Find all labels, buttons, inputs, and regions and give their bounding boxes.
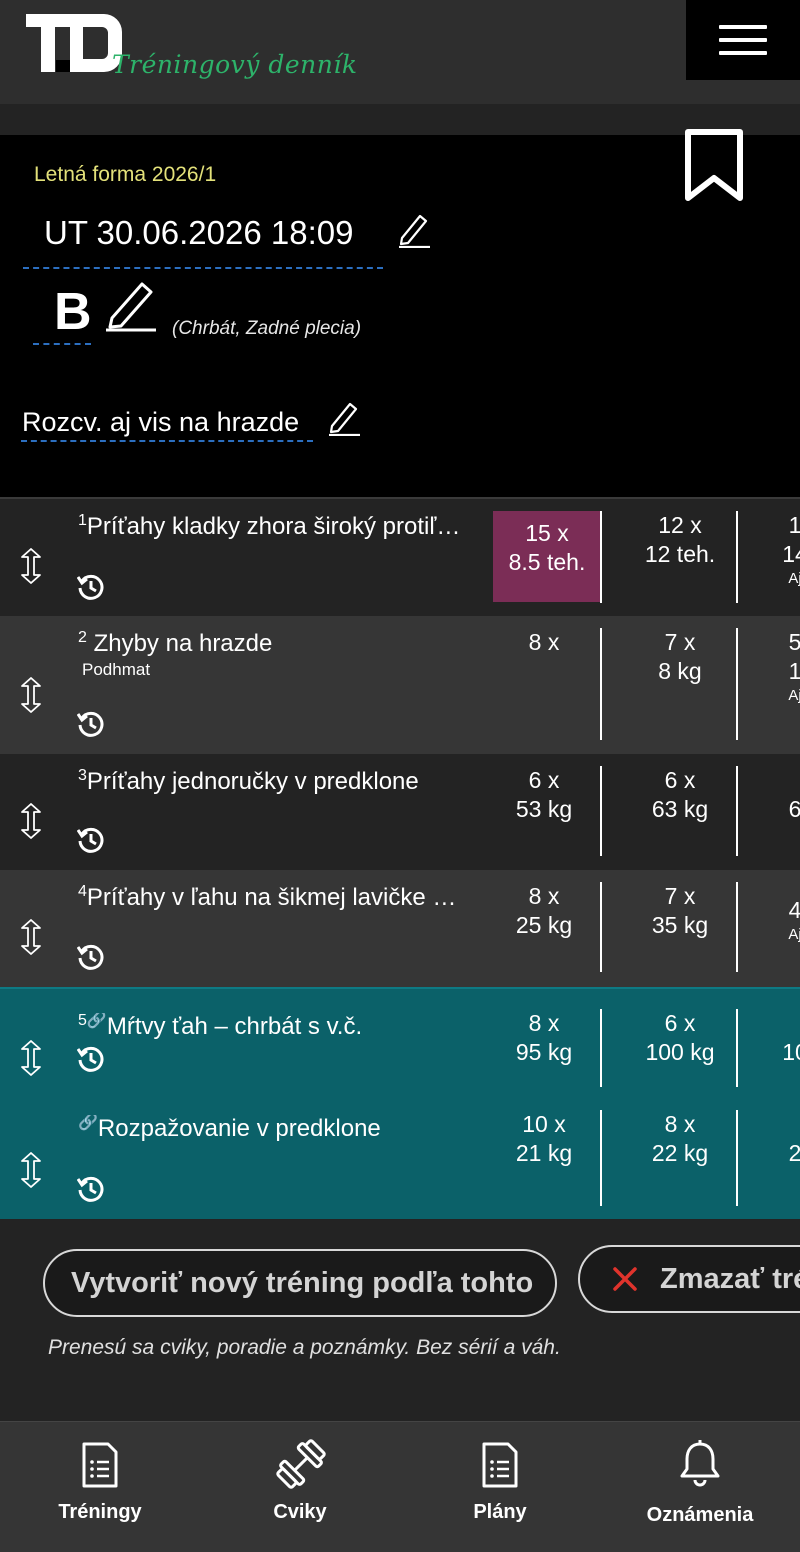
- app-logo[interactable]: [26, 14, 122, 76]
- reorder-handle-icon[interactable]: [18, 676, 44, 714]
- set-cell[interactable]: 4Aj: [770, 896, 800, 945]
- app-name: Tréningový denník: [112, 50, 358, 79]
- nav-item-exercises[interactable]: Cviky: [200, 1422, 400, 1552]
- exercise-name[interactable]: 2 Zhyby na hrazde: [78, 630, 470, 658]
- reorder-handle-icon[interactable]: [18, 802, 44, 840]
- set-cell[interactable]: 12 x 12 teh.: [612, 511, 748, 569]
- plan-name[interactable]: Letná forma 2026/1: [34, 163, 216, 187]
- warmup-note[interactable]: Rozcv. aj vis na hrazde: [22, 407, 299, 438]
- set-cell[interactable]: 6 x 100 kg: [612, 1009, 748, 1067]
- document-list-icon: [482, 1442, 518, 1488]
- exercise-name[interactable]: 🔗Rozpažovanie v predklone: [78, 1115, 478, 1143]
- set-cell[interactable]: 8 x 95 kg: [493, 1009, 595, 1067]
- muscle-groups: (Chrbát, Zadné plecia): [172, 318, 362, 339]
- copy-hint-text: Prenesú sa cviky, poradie a poznámky. Be…: [48, 1336, 561, 1359]
- set-cell-highlighted[interactable]: 15 x 8.5 teh.: [493, 511, 601, 602]
- nav-item-notifications[interactable]: Oznámenia: [600, 1422, 800, 1552]
- exercise-table: 1Príťahy kladky zhora široký protiľahlý …: [0, 497, 800, 1222]
- edit-letter-pencil-icon[interactable]: [104, 280, 158, 332]
- set-cell[interactable]: 114Aj: [770, 511, 800, 589]
- exercise-row[interactable]: 3Príťahy jednoručky v predklone 6 x 53 kg…: [0, 754, 800, 870]
- nav-item-plans[interactable]: Plány: [400, 1422, 600, 1552]
- bell-icon: [680, 1440, 720, 1487]
- delete-training-button[interactable]: Zmazať tréning: [578, 1245, 800, 1313]
- nav-item-trainings[interactable]: Tréningy: [0, 1422, 200, 1552]
- exercise-row[interactable]: 2 Zhyby na hrazde Podhmat 8 x 7 x8 kg 51…: [0, 616, 800, 754]
- set-cell[interactable]: 8 x: [493, 628, 595, 657]
- bottom-navigation: Tréningy Cviky Plány Oznámenia: [0, 1421, 800, 1552]
- edit-date-pencil-icon[interactable]: [396, 212, 432, 248]
- edit-warmup-pencil-icon[interactable]: [326, 400, 362, 436]
- set-cell[interactable]: 6 x 63 kg: [612, 766, 748, 824]
- history-icon[interactable]: [77, 573, 105, 601]
- set-cell[interactable]: 10: [770, 1009, 800, 1067]
- exercise-note: Podhmat: [82, 660, 151, 679]
- exercise-name[interactable]: 3Príťahy jednoručky v predklone: [78, 768, 478, 796]
- session-date-time[interactable]: UT 30.06.2026 18:09: [44, 214, 353, 252]
- superset-group: 5🔗Mŕtvy ťah – chrbát s v.č. 8 x 95 kg 6 x…: [0, 987, 800, 1219]
- exercise-name[interactable]: 4Príťahy v ľahu na šikmej lavičke s jedn…: [78, 884, 462, 912]
- set-cell[interactable]: 6 x 53 kg: [493, 766, 595, 824]
- history-icon[interactable]: [77, 943, 105, 971]
- bookmark-icon[interactable]: [684, 128, 744, 204]
- history-icon[interactable]: [77, 1045, 105, 1073]
- hamburger-menu-icon: [719, 25, 767, 29]
- set-cell[interactable]: 2: [770, 1110, 800, 1168]
- set-cell[interactable]: 7 x8 kg: [612, 628, 748, 686]
- dumbbell-icon: [276, 1439, 326, 1489]
- hamburger-menu-button[interactable]: [686, 0, 800, 80]
- exercise-name[interactable]: 5🔗Mŕtvy ťah – chrbát s v.č.: [78, 1013, 478, 1041]
- link-icon: 🔗: [78, 1115, 98, 1131]
- create-new-training-button[interactable]: Vytvoriť nový tréning podľa tohto: [43, 1249, 557, 1317]
- reorder-handle-icon[interactable]: [18, 1151, 44, 1189]
- history-icon[interactable]: [77, 1175, 105, 1203]
- set-cell[interactable]: 10 x 21 kg: [493, 1110, 595, 1168]
- set-cell[interactable]: 7 x 35 kg: [612, 882, 748, 940]
- set-cell[interactable]: 8 x 22 kg: [612, 1110, 748, 1168]
- set-cell[interactable]: 51Aj: [770, 628, 800, 706]
- document-list-icon: [82, 1442, 118, 1488]
- exercise-name[interactable]: 1Príťahy kladky zhora široký protiľahlý …: [78, 513, 470, 541]
- history-icon[interactable]: [77, 826, 105, 854]
- link-icon: 🔗: [86, 1013, 107, 1029]
- set-cell[interactable]: 6: [770, 766, 800, 824]
- exercise-row[interactable]: 1Príťahy kladky zhora široký protiľahlý …: [0, 499, 800, 616]
- history-icon[interactable]: [77, 710, 105, 738]
- reorder-handle-icon[interactable]: [18, 918, 44, 956]
- session-letter[interactable]: B: [54, 282, 92, 342]
- reorder-handle-icon[interactable]: [18, 547, 44, 585]
- top-bar: Tréningový denník: [0, 0, 800, 104]
- set-cell[interactable]: 8 x 25 kg: [493, 882, 595, 940]
- close-icon: [613, 1267, 637, 1291]
- reorder-handle-icon[interactable]: [18, 1039, 44, 1077]
- exercise-row[interactable]: 4Príťahy v ľahu na šikmej lavičke s jedn…: [0, 870, 800, 987]
